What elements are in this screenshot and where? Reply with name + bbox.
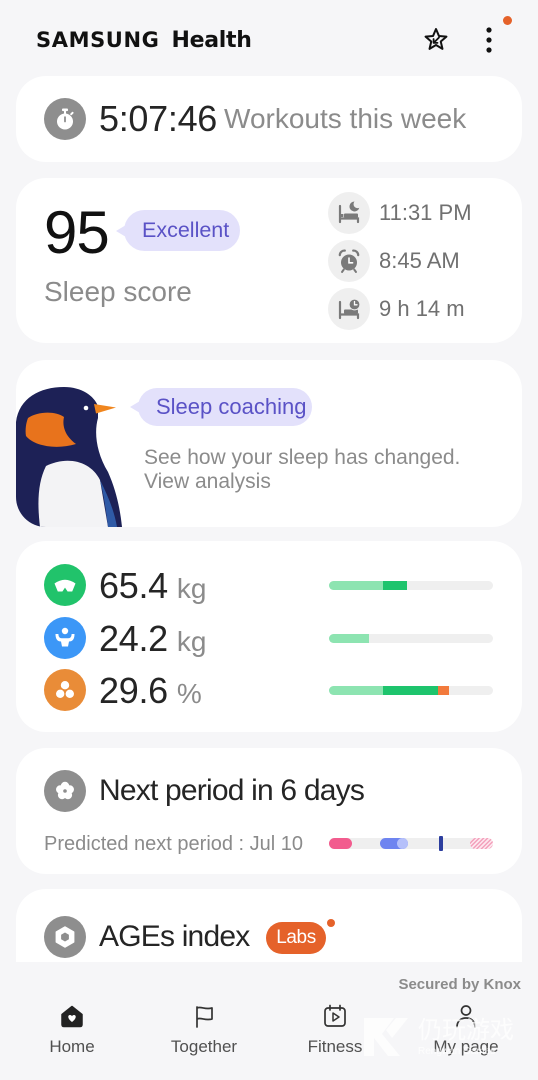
sleep-coaching-badge: Sleep coaching: [130, 388, 312, 426]
nav-fitness[interactable]: Fitness: [280, 1000, 390, 1068]
timeline-period: [329, 838, 352, 849]
person-icon: [456, 1005, 476, 1028]
muscle-row: 24.2 kg: [44, 612, 510, 664]
app-logo: SAMSUNG Health: [36, 26, 252, 54]
body-fat-number: 29.6: [99, 670, 168, 711]
bar-segment: [383, 580, 408, 590]
bedtime-icon: [328, 192, 370, 234]
bar-segment: [438, 685, 450, 695]
more-vertical-icon[interactable]: [479, 24, 499, 56]
body-fat-row: 29.6 %: [44, 664, 510, 716]
sleep-score-label: Sleep score: [44, 276, 192, 307]
body-composition-card[interactable]: 65.4 kg 24.2 kg 29.6 %: [16, 541, 522, 732]
body-fat-icon: [44, 669, 86, 711]
bedtime-row: 11:31 PM: [328, 192, 472, 234]
muscle-value: 24.2 kg: [99, 612, 206, 664]
timeline-dot: [396, 838, 408, 849]
nav-home[interactable]: Home: [17, 1000, 127, 1068]
cycle-timeline: [329, 836, 493, 851]
sleep-card[interactable]: 95 Excellent Sleep score 11:31 PM 8:45 A…: [16, 178, 522, 343]
nav-my-page[interactable]: My page: [411, 1000, 521, 1068]
bar-segment: [383, 685, 439, 695]
nav-label: Fitness: [307, 1037, 363, 1056]
timeline-predicted-period: [470, 838, 493, 849]
star-arrow-icon[interactable]: [422, 25, 450, 53]
coaching-description: See how your sleep has changed. View ana…: [144, 446, 460, 494]
bar-segment: [329, 685, 384, 695]
workout-time: 5:07:46: [99, 98, 218, 139]
brand-name: SAMSUNG: [36, 28, 160, 52]
notification-dot: [503, 16, 512, 25]
new-indicator-dot: [327, 919, 335, 927]
nav-label: Home: [49, 1037, 95, 1056]
fitness-calendar-icon: [324, 1004, 346, 1027]
predicted-period-text: Predicted next period : Jul 10: [44, 833, 304, 855]
bedtime-value: 11:31 PM: [379, 200, 472, 225]
nav-label: Together: [170, 1037, 238, 1056]
sleep-duration-row: 9 h 14 m: [328, 288, 465, 330]
hexagon-icon: [44, 916, 86, 958]
weight-row: 65.4 kg: [44, 559, 510, 611]
muscle-number: 24.2: [99, 618, 168, 659]
sleep-coaching-card[interactable]: Sleep coaching See how your sleep has ch…: [16, 360, 522, 527]
wake-time-row: 8:45 AM: [328, 240, 460, 282]
cycle-tracking-card[interactable]: Next period in 6 days Predicted next per…: [16, 748, 522, 874]
coaching-text-line: See how your sleep has changed.: [144, 446, 461, 469]
body-fat-unit: %: [176, 678, 202, 709]
workouts-summary: 5:07:46 Workouts this week: [99, 76, 466, 162]
sleep-duration-icon: [328, 288, 370, 330]
flag-icon: [196, 1006, 213, 1028]
ages-index-title: AGEs index: [99, 920, 250, 953]
bottom-navigation: Secured by Knox Home Together Fitness My…: [0, 962, 538, 1080]
bar-segment: [329, 633, 370, 643]
bar-segment: [329, 580, 384, 590]
weight-scale-icon: [44, 564, 86, 606]
sleep-rating-badge: Excellent: [116, 210, 240, 251]
weight-value: 65.4 kg: [99, 559, 206, 611]
body-fat-value: 29.6 %: [99, 664, 202, 716]
app-name: Health: [171, 27, 252, 53]
flower-icon: [44, 770, 86, 812]
weight-bar: [329, 580, 493, 590]
body-fat-bar: [329, 685, 493, 695]
weight-number: 65.4: [99, 565, 168, 606]
muscle-icon: [44, 617, 86, 659]
timeline-current-day: [438, 836, 443, 851]
workout-label: Workouts this week: [224, 103, 467, 134]
wake-time-value: 8:45 AM: [379, 248, 460, 273]
alarm-clock-icon: [328, 240, 370, 282]
sleep-duration-value: 9 h 14 m: [379, 296, 465, 321]
stopwatch-icon: [44, 98, 86, 140]
nav-label: My page: [433, 1037, 499, 1056]
nav-together[interactable]: Together: [149, 1000, 259, 1068]
workouts-card[interactable]: 5:07:46 Workouts this week: [16, 76, 522, 162]
view-analysis-link[interactable]: View analysis: [144, 470, 460, 494]
muscle-unit: kg: [176, 626, 207, 657]
penguin-illustration: [16, 387, 122, 527]
timeline-fertile-window: [379, 838, 408, 849]
secured-by-knox: Secured by Knox: [398, 976, 521, 993]
weight-unit: kg: [176, 573, 207, 604]
sleep-score-value: 95: [44, 199, 110, 266]
muscle-bar: [329, 633, 493, 643]
home-icon: [61, 1005, 83, 1028]
labs-badge: Labs: [266, 922, 326, 954]
next-period-title: Next period in 6 days: [99, 774, 365, 807]
